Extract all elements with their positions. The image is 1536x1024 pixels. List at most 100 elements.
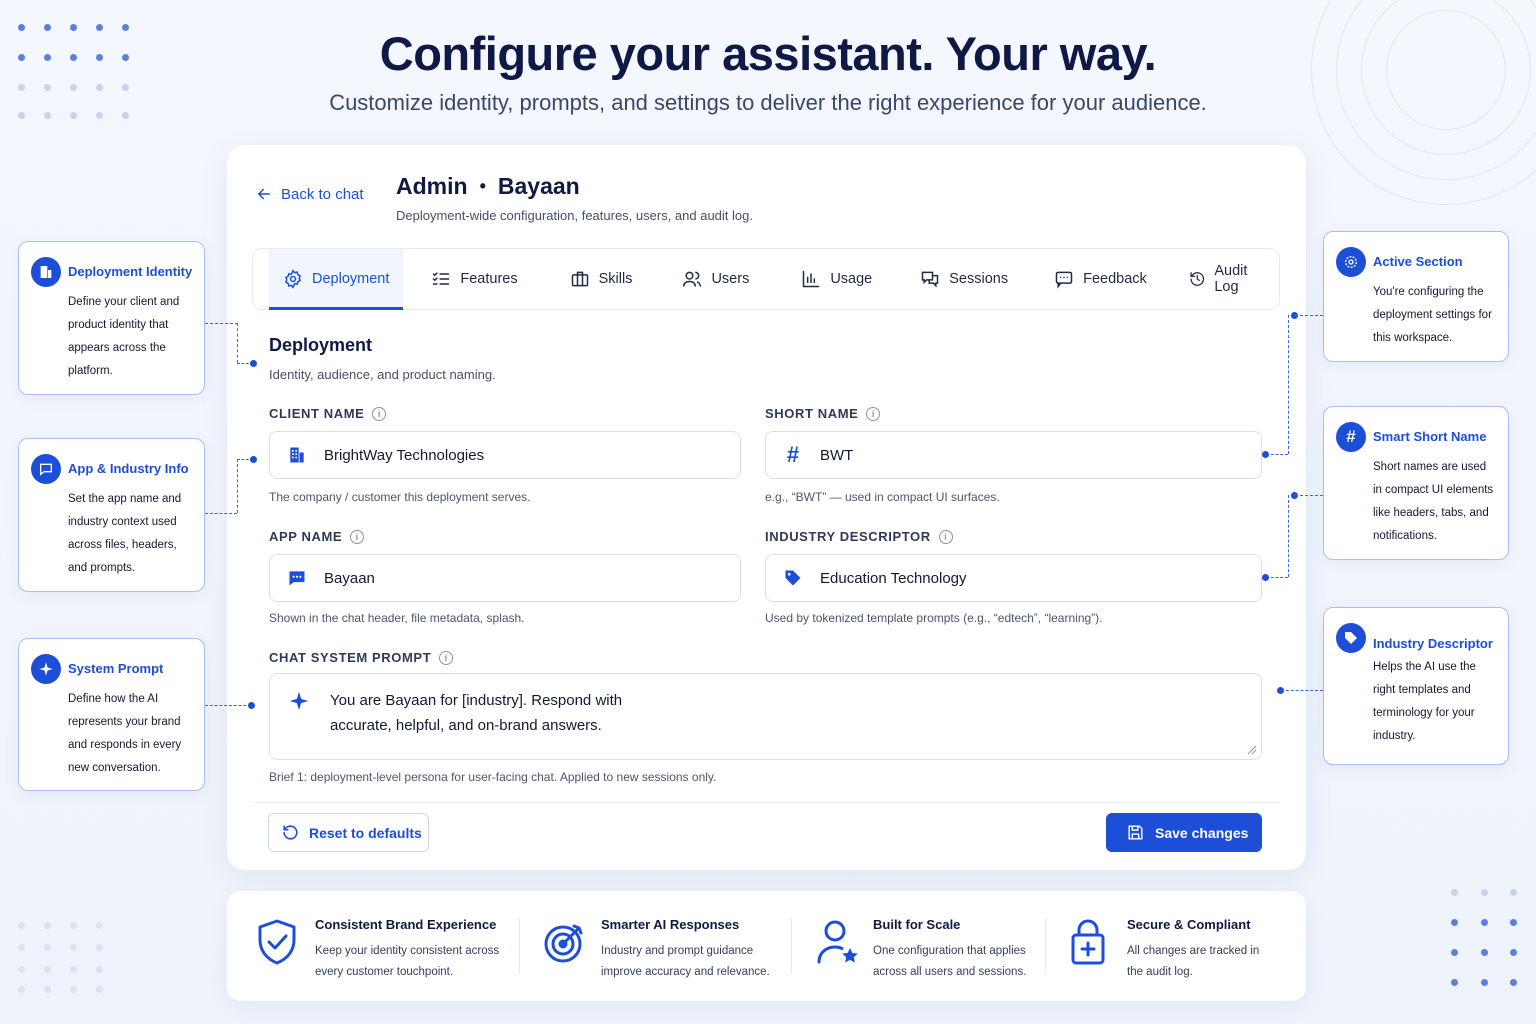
industry-descriptor-label-text: INDUSTRY DESCRIPTOR xyxy=(765,529,931,544)
connector-dot xyxy=(250,456,257,463)
back-to-chat-link[interactable]: Back to chat xyxy=(255,185,364,203)
callout-app-industry-info: App & Industry Info Set the app name and… xyxy=(18,438,205,592)
callout-body: You're configuring the deployment settin… xyxy=(1373,286,1492,344)
connector-dot xyxy=(1262,574,1269,581)
industry-descriptor-label: INDUSTRY DESCRIPTOR i xyxy=(765,529,953,544)
users-icon xyxy=(683,271,702,287)
tab-label: Feedback xyxy=(1083,271,1147,287)
system-prompt-label: CHAT SYSTEM PROMPT i xyxy=(269,650,454,665)
tab-feedback[interactable]: Feedback xyxy=(1040,249,1161,309)
feature-body: One configuration that applies across al… xyxy=(873,945,1027,978)
connector-dot xyxy=(1262,451,1269,458)
feature-body: Keep your identity consistent across eve… xyxy=(315,945,500,978)
page-subtitle: Deployment-wide configuration, features,… xyxy=(396,208,753,223)
callout-smart-short-name: # Smart Short Name Short names are used … xyxy=(1323,406,1509,560)
tab-label: Audit Log xyxy=(1214,263,1248,295)
building-icon xyxy=(286,444,308,466)
history-icon xyxy=(1190,272,1204,286)
user-star-icon xyxy=(817,920,858,964)
info-icon[interactable]: i xyxy=(439,650,454,665)
feature-title: Secure & Compliant xyxy=(1127,917,1251,932)
feature-brand-experience: Consistent Brand Experience Keep your id… xyxy=(255,891,520,1001)
save-label: Save changes xyxy=(1155,824,1249,841)
arrow-left-icon xyxy=(258,188,270,200)
system-prompt-helper: Brief 1: deployment-level persona for us… xyxy=(269,770,717,784)
feature-body: Industry and prompt guidance improve acc… xyxy=(601,945,770,978)
client-name-value: BrightWay Technologies xyxy=(324,446,485,464)
client-name-helper: The company / customer this deployment s… xyxy=(269,490,531,504)
briefcase-icon xyxy=(571,271,588,287)
tag-icon xyxy=(1336,623,1366,653)
info-icon[interactable]: i xyxy=(350,529,365,544)
tab-users[interactable]: Users xyxy=(668,249,763,309)
callout-title: App & Industry Info xyxy=(68,461,189,476)
tab-label: Skills xyxy=(598,271,633,287)
feature-divider xyxy=(519,918,520,974)
info-icon[interactable]: i xyxy=(938,529,953,544)
connector-line xyxy=(205,705,251,706)
checklist-icon xyxy=(433,272,450,285)
connector-line xyxy=(1288,315,1289,454)
client-name-label-text: CLIENT NAME xyxy=(269,406,365,421)
callout-deployment-identity: Deployment Identity Define your client a… xyxy=(18,241,205,395)
gear-icon xyxy=(284,269,302,289)
short-name-label-text: SHORT NAME xyxy=(765,406,859,421)
app-name-helper: Shown in the chat header, file metadata,… xyxy=(269,611,525,625)
gear-icon xyxy=(1336,247,1366,277)
tab-usage[interactable]: Usage xyxy=(787,249,886,309)
callout-active-section: Active Section You're configuring the de… xyxy=(1323,231,1509,362)
page-title-admin: Admin xyxy=(396,173,468,199)
feature-secure-compliant: Secure & Compliant All changes are track… xyxy=(1069,891,1289,1001)
chat-icon xyxy=(286,567,308,589)
info-icon[interactable]: i xyxy=(866,406,881,421)
section-title: Deployment xyxy=(269,335,373,355)
sparkle-icon xyxy=(31,654,61,684)
hash-icon: # xyxy=(1336,422,1366,452)
connector-line xyxy=(1266,577,1288,578)
feature-divider xyxy=(791,918,792,974)
system-prompt-line-1: You are Bayaan for [industry]. Respond w… xyxy=(330,692,623,709)
admin-card: Back to chat Admin • Bayaan Deployment-w… xyxy=(227,145,1306,870)
sparkle-icon xyxy=(289,691,309,711)
system-prompt-label-text: CHAT SYSTEM PROMPT xyxy=(269,650,432,665)
feature-title: Built for Scale xyxy=(873,917,961,932)
callout-body: Define how the AI represents your brand … xyxy=(68,693,182,774)
app-name-label-text: APP NAME xyxy=(269,529,343,544)
callout-body: Helps the AI use the right templates and… xyxy=(1373,661,1476,742)
industry-descriptor-value: Education Technology xyxy=(820,569,967,587)
footer-divider xyxy=(252,802,1280,803)
connector-line xyxy=(1266,454,1288,455)
connector-line xyxy=(1288,495,1289,577)
tab-label: Features xyxy=(460,271,518,287)
tab-deployment[interactable]: Deployment xyxy=(269,249,404,310)
info-icon[interactable]: i xyxy=(372,406,387,421)
page-title-separator: • xyxy=(479,176,486,196)
resize-handle-icon[interactable] xyxy=(1247,745,1257,755)
page-title: Admin • Bayaan xyxy=(396,173,580,200)
callout-industry-descriptor: Industry Descriptor Helps the AI use the… xyxy=(1323,607,1509,765)
tab-label: Deployment xyxy=(312,271,390,287)
chat-bubbles-icon xyxy=(922,271,939,288)
callout-system-prompt: System Prompt Define how the AI represen… xyxy=(18,638,205,791)
app-name-label: APP NAME i xyxy=(269,529,365,544)
reset-label: Reset to defaults xyxy=(309,824,422,841)
app-name-field[interactable]: Bayaan xyxy=(269,554,741,602)
short-name-field[interactable]: # BWT xyxy=(765,431,1262,479)
save-changes-button[interactable]: Save changes xyxy=(1106,813,1262,852)
callout-title: Industry Descriptor xyxy=(1373,636,1493,651)
client-name-label: CLIENT NAME i xyxy=(269,406,387,421)
short-name-label: SHORT NAME i xyxy=(765,406,881,421)
system-prompt-textarea[interactable]: You are Bayaan for [industry]. Respond w… xyxy=(269,673,1262,760)
building-icon xyxy=(31,257,61,287)
tab-sessions[interactable]: Sessions xyxy=(906,249,1022,309)
callout-title: Deployment Identity xyxy=(68,264,193,279)
callout-title: System Prompt xyxy=(68,661,164,676)
tab-audit-log[interactable]: Audit Log xyxy=(1175,249,1279,309)
bar-chart-icon xyxy=(803,270,820,288)
client-name-field[interactable]: BrightWay Technologies xyxy=(269,431,741,479)
tab-features[interactable]: Features xyxy=(417,249,531,309)
reset-to-defaults-button[interactable]: Reset to defaults xyxy=(268,813,429,852)
section-subtitle: Identity, audience, and product naming. xyxy=(269,367,496,382)
industry-descriptor-field[interactable]: Education Technology xyxy=(765,554,1262,602)
tab-skills[interactable]: Skills xyxy=(556,249,647,309)
